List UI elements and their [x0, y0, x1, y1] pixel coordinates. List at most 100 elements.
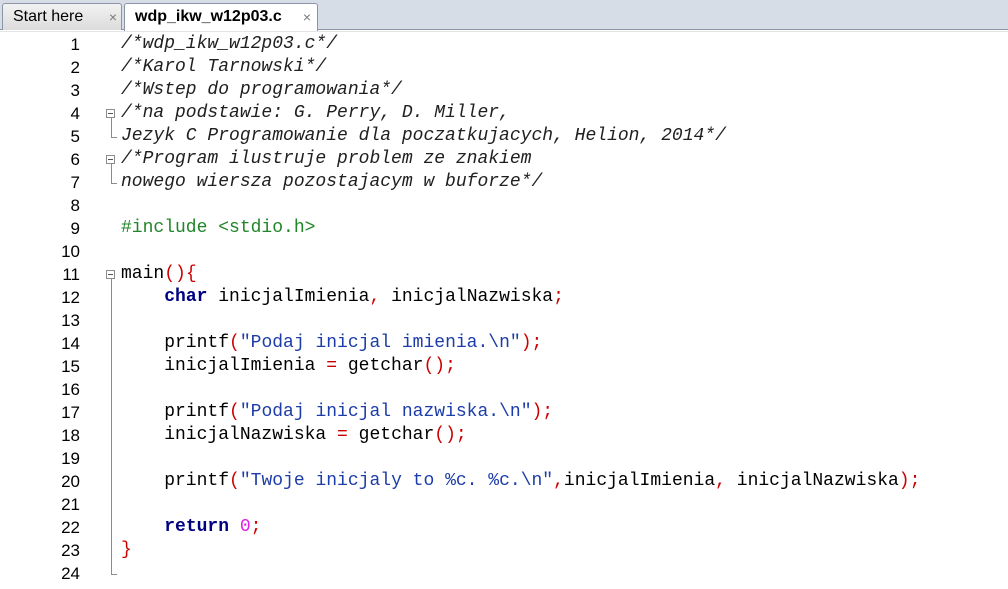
code-token: char [164, 287, 208, 307]
code-token: /*wdp_ikw_w12p03.c*/ [121, 34, 338, 54]
code-text: /*Wstep do programowania*/ [121, 79, 402, 102]
code-line[interactable]: 20 printf("Twoje inicjaly to %c. %c.\n",… [0, 470, 1008, 493]
code-token: = [326, 356, 338, 376]
line-number: 5 [70, 127, 80, 146]
code-token: /*na podstawie: G. Perry, D. Miller, [121, 103, 510, 123]
code-line[interactable]: 9 #include <stdio.h> [0, 217, 1008, 240]
code-line[interactable]: 21 [0, 493, 1008, 516]
line-number: 20 [61, 472, 80, 491]
code-token: inicjalImienia [121, 356, 327, 376]
fold-toggle-icon[interactable] [106, 155, 115, 164]
editor-tab-bar: Start here × wdp_ikw_w12p03.c × [0, 0, 1008, 31]
fold-toggle-icon[interactable] [106, 270, 115, 279]
code-token: return [164, 517, 230, 537]
line-number: 14 [61, 334, 80, 353]
code-token: inicjalImienia [207, 287, 370, 307]
code-token: ); [531, 402, 554, 422]
code-token: Jezyk C Programowanie dla poczatkujacych… [121, 126, 726, 146]
code-text: /*Program ilustruje problem ze znakiem [121, 148, 531, 171]
code-text: nowego wiersza pozostajacym w buforze*/ [121, 171, 542, 194]
code-line[interactable]: 15 inicjalImienia = getchar(); [0, 355, 1008, 378]
code-token: inicjalNazwiska [380, 287, 554, 307]
code-token: "Podaj inicjal nazwiska.\n" [239, 402, 532, 422]
code-line[interactable]: 4 /*na podstawie: G. Perry, D. Miller, [0, 102, 1008, 125]
code-token: ( [229, 402, 240, 422]
code-token: = [337, 425, 348, 445]
code-line[interactable]: 8 [0, 194, 1008, 217]
code-token: (); [434, 425, 467, 445]
code-token: nowego wiersza pozostajacym w buforze*/ [121, 172, 543, 192]
code-token: getchar [347, 425, 435, 445]
code-token: ; [250, 517, 262, 537]
code-text: main(){ [121, 263, 197, 286]
code-line[interactable]: 6 /*Program ilustruje problem ze znakiem [0, 148, 1008, 171]
code-text: Jezyk C Programowanie dla poczatkujacych… [121, 125, 726, 148]
tab-label: Start here [13, 8, 84, 25]
code-token: inicjalImienia [563, 471, 716, 491]
line-number: 2 [70, 58, 80, 77]
code-token: 0 [239, 517, 251, 537]
code-token: , [715, 471, 726, 491]
code-token: main [121, 264, 165, 284]
line-number: 18 [61, 426, 80, 445]
close-tab-icon[interactable]: × [109, 4, 117, 30]
code-line[interactable]: 10 [0, 240, 1008, 263]
code-token: ; [553, 287, 564, 307]
tab-label: wdp_ikw_w12p03.c [135, 8, 282, 25]
code-text: inicjalNazwiska = getchar(); [121, 424, 467, 447]
code-line[interactable]: 19 [0, 447, 1008, 470]
fold-end-marker [111, 574, 117, 575]
code-line[interactable]: 23} [0, 539, 1008, 562]
code-token: (){ [164, 264, 197, 284]
code-line[interactable]: 3 /*Wstep do programowania*/ [0, 79, 1008, 102]
line-number: 13 [61, 311, 80, 330]
code-line[interactable]: 22 return 0; [0, 516, 1008, 539]
code-text: /*na podstawie: G. Perry, D. Miller, [121, 102, 510, 125]
fold-end-marker [111, 137, 117, 138]
code-line[interactable]: 7 nowego wiersza pozostajacym w buforze*/ [0, 171, 1008, 194]
code-editor[interactable]: 1 /*wdp_ikw_w12p03.c*/ 2 /*Karol Tarnowski*… [0, 31, 1008, 589]
code-text: inicjalImienia = getchar(); [121, 355, 456, 378]
code-token: ( [229, 471, 240, 491]
code-token: printf [121, 471, 230, 491]
line-number: 6 [70, 150, 80, 169]
fold-toggle-icon[interactable] [106, 109, 115, 118]
line-number: 16 [61, 380, 80, 399]
code-token: /*Karol Tarnowski*/ [121, 57, 327, 77]
line-number: 17 [61, 403, 80, 422]
code-text: /*Karol Tarnowski*/ [121, 56, 326, 79]
code-text: /*wdp_ikw_w12p03.c*/ [121, 33, 337, 56]
code-token: , [369, 287, 381, 307]
line-number: 9 [70, 219, 80, 238]
code-token: (); [423, 356, 456, 376]
code-line[interactable]: 1 /*wdp_ikw_w12p03.c*/ [0, 33, 1008, 56]
line-number: 15 [61, 357, 80, 376]
code-line[interactable]: 2 /*Karol Tarnowski*/ [0, 56, 1008, 79]
line-number: 21 [61, 495, 80, 514]
code-line[interactable]: 12 char inicjalImienia, inicjalNazwiska; [0, 286, 1008, 309]
code-token: inicjalNazwiska [121, 425, 338, 445]
code-line[interactable]: 18 inicjalNazwiska = getchar(); [0, 424, 1008, 447]
code-line[interactable]: 17 printf("Podaj inicjal nazwiska.\n"); [0, 401, 1008, 424]
code-token: printf [121, 333, 230, 353]
fold-guide-line [111, 164, 112, 183]
code-line[interactable]: 11 main(){ [0, 263, 1008, 286]
close-tab-icon[interactable]: × [303, 4, 311, 30]
line-number: 19 [61, 449, 80, 468]
line-number: 8 [70, 196, 80, 215]
code-line[interactable]: 24 [0, 562, 1008, 585]
code-token: #include <stdio.h> [121, 218, 316, 238]
tab-wdp-ikw-w12p03[interactable]: wdp_ikw_w12p03.c × [124, 3, 318, 31]
code-line[interactable]: 5 Jezyk C Programowanie dla poczatkujacyc… [0, 125, 1008, 148]
fold-guide-line [111, 279, 112, 574]
code-token: ( [229, 333, 240, 353]
code-line[interactable]: 16 [0, 378, 1008, 401]
fold-guide-line [111, 118, 112, 137]
code-line[interactable]: 14 printf("Podaj inicjal imienia.\n"); [0, 332, 1008, 355]
code-line[interactable]: 13 [0, 309, 1008, 332]
line-number: 10 [61, 242, 80, 261]
tab-start-here[interactable]: Start here × [2, 3, 122, 30]
